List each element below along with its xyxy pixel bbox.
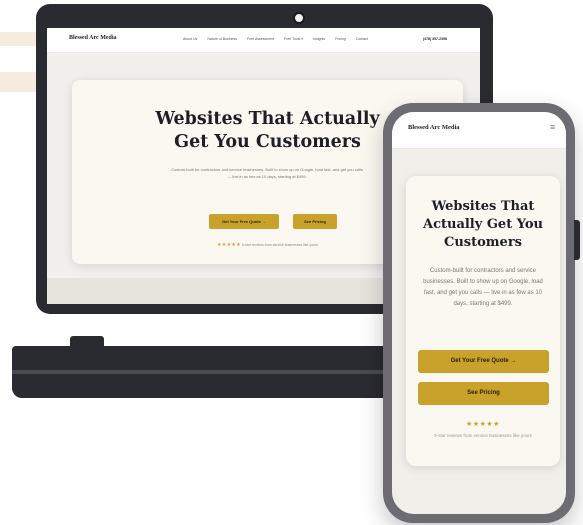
hero-button-group: Get Your Free Quote → See Pricing — [209, 214, 337, 229]
hero-title-line2: Get You — [174, 132, 256, 152]
nav-link-nature-of-business[interactable]: Nature of Business — [207, 37, 237, 41]
laptop-nav-bar: Blessed Arc Media About Us Nature of Bus… — [47, 28, 480, 53]
phone-hero-subtitle: Custom-built for contractors and service… — [423, 268, 543, 307]
nav-link-free-tools[interactable]: Free Tools ▾ — [284, 37, 303, 41]
phone-hero-title: Websites That Actually Get You Customers — [406, 198, 560, 252]
nav-links: About Us Nature of Business Free Assessm… — [183, 37, 368, 41]
rating-text: 5-star reviews from service businesses l… — [241, 243, 318, 247]
hero-title-line1: Websites That Actually — [155, 109, 380, 129]
phone-rating-stars-icon: ★★★★★ — [466, 421, 500, 428]
phone-side-button — [574, 220, 580, 260]
nav-link-insights[interactable]: Insights — [313, 37, 325, 41]
phone-nav-bar: Blessed Arc Media ≡ — [392, 112, 566, 149]
phone-screen: Blessed Arc Media ≡ Websites That Actual… — [392, 112, 566, 514]
hero-subtitle: Custom-built for contractors and service… — [171, 167, 363, 179]
laptop-camera-icon — [293, 12, 305, 24]
phone-hero-title-highlight: Customers — [444, 235, 522, 250]
nav-phone-number[interactable]: (478) 397-2398 — [423, 37, 447, 41]
get-free-quote-button[interactable]: Get Your Free Quote → — [209, 214, 279, 229]
nav-link-about[interactable]: About Us — [183, 37, 197, 41]
phone-site-logo[interactable]: Blessed Arc Media — [408, 124, 460, 131]
see-pricing-button[interactable]: See Pricing — [293, 214, 337, 229]
phone-hero-title-line2: Actually Get You — [422, 217, 543, 232]
background-stripe — [0, 72, 40, 92]
phone-rating-text: 5-star reviews from service businesses l… — [434, 433, 532, 438]
phone-get-free-quote-button[interactable]: Get Your Free Quote → — [418, 350, 549, 373]
phone-see-pricing-button[interactable]: See Pricing — [418, 382, 549, 405]
site-logo[interactable]: Blessed Arc Media — [69, 35, 117, 41]
hamburger-menu-icon[interactable]: ≡ — [550, 122, 555, 132]
hero-title-highlight: Customers — [255, 132, 361, 152]
nav-link-free-assessment[interactable]: Free Assessment — [247, 37, 274, 41]
nav-link-pricing[interactable]: Pricing — [335, 37, 346, 41]
laptop-base-edge — [12, 370, 412, 374]
phone-hero-card: Websites That Actually Get You Customers… — [406, 176, 560, 466]
nav-link-contact[interactable]: Contact — [356, 37, 368, 41]
phone-hero-title-line1: Websites That — [431, 199, 535, 214]
rating-stars-icon: ★★★★★ — [217, 242, 241, 248]
